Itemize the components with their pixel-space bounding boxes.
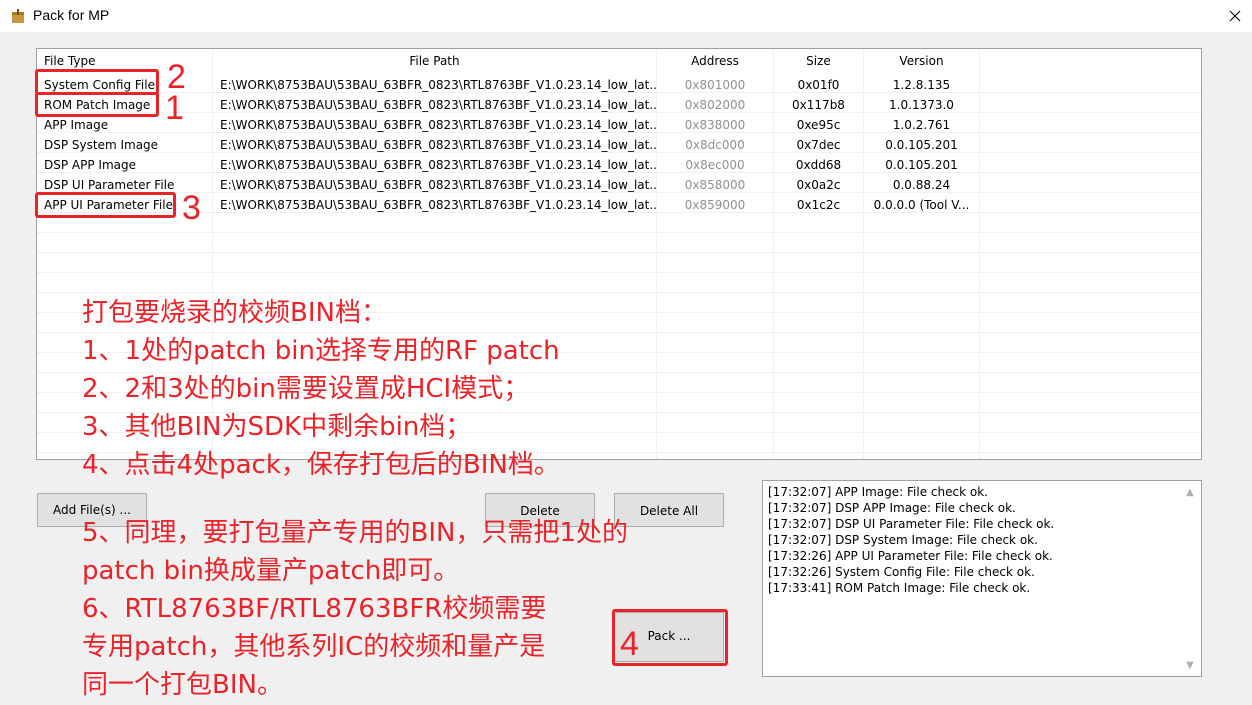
- cell-file-type: DSP APP Image: [44, 158, 136, 172]
- instruction-note: 5、同理，要打包量产专用的BIN，只需把1处的: [82, 518, 629, 548]
- instruction-note: 专用patch，其他系列IC的校频和量产是: [82, 632, 546, 662]
- header-address[interactable]: Address: [657, 49, 773, 73]
- log-line: [17:32:26] System Config File: File chec…: [768, 565, 1035, 579]
- scroll-up-icon[interactable]: ▲: [1181, 483, 1199, 501]
- log-line: [17:33:41] ROM Patch Image: File check o…: [768, 581, 1031, 595]
- cell-address: 0x802000: [684, 98, 746, 112]
- instruction-note: 4、点击4处pack，保存打包后的BIN档。: [82, 450, 560, 480]
- cell-file-path: E:\WORK\8753BAU\53BAU_63BFR_0823\RTL8763…: [220, 78, 656, 92]
- cell-size: 0x7dec: [796, 138, 841, 152]
- marker-4: 4: [620, 625, 639, 663]
- cell-version: 1.2.8.135: [892, 78, 951, 92]
- cell-file-path: E:\WORK\8753BAU\53BAU_63BFR_0823\RTL8763…: [220, 98, 656, 112]
- instruction-note: 1、1处的patch bin选择专用的RF patch: [82, 336, 560, 366]
- window-title: Pack for MP: [33, 7, 110, 23]
- table-row[interactable]: ROM Patch Image E:\WORK\8753BAU\53BAU_63B…: [37, 95, 1201, 115]
- cell-version: 1.0.2.761: [892, 118, 951, 132]
- table-row[interactable]: System Config File E:\WORK\8753BAU\53BAU_…: [37, 75, 1201, 95]
- marker-3: 3: [182, 189, 201, 227]
- instruction-note: 打包要烧录的校频BIN档：: [82, 298, 387, 328]
- cell-file-path: E:\WORK\8753BAU\53BAU_63BFR_0823\RTL8763…: [220, 138, 656, 152]
- close-icon: [1229, 10, 1241, 22]
- log-line: [17:32:07] DSP UI Parameter File: File c…: [768, 517, 1055, 531]
- scroll-down-icon[interactable]: ▼: [1181, 656, 1199, 674]
- log-line: [17:32:26] APP UI Parameter File: File c…: [768, 549, 1053, 563]
- marker-1: 1: [165, 89, 184, 127]
- cell-address: 0x859000: [684, 198, 746, 212]
- table-row[interactable]: DSP APP Image E:\WORK\8753BAU\53BAU_63BFR…: [37, 155, 1201, 175]
- title-bar: Pack for MP: [0, 0, 1252, 32]
- cell-file-type: DSP System Image: [44, 138, 159, 152]
- cell-version: 0.0.88.24: [892, 178, 951, 192]
- cell-address: 0x838000: [684, 118, 746, 132]
- table-row[interactable]: APP Image E:\WORK\8753BAU\53BAU_63BFR_082…: [37, 115, 1201, 135]
- cell-size: 0xe95c: [796, 118, 841, 132]
- cell-version: 1.0.1373.0: [889, 98, 954, 112]
- close-button[interactable]: [1218, 0, 1252, 32]
- table-row[interactable]: DSP UI Parameter File E:\WORK\8753BAU\53B…: [37, 175, 1201, 195]
- instruction-note: 同一个打包BIN。: [82, 670, 283, 700]
- cell-size: 0x117b8: [792, 98, 845, 112]
- cell-file-path: E:\WORK\8753BAU\53BAU_63BFR_0823\RTL8763…: [220, 178, 656, 192]
- delete-all-button[interactable]: Delete All: [614, 493, 724, 527]
- table-row[interactable]: APP UI Parameter File E:\WORK\8753BAU\53B…: [37, 195, 1201, 215]
- cell-address: 0x858000: [684, 178, 746, 192]
- cell-version: 0.0.105.201: [885, 158, 958, 172]
- log-line: [17:32:07] DSP APP Image: File check ok.: [768, 501, 1016, 515]
- cell-file-path: E:\WORK\8753BAU\53BAU_63BFR_0823\RTL8763…: [220, 158, 656, 172]
- table-row[interactable]: DSP System Image E:\WORK\8753BAU\53BAU_63…: [37, 135, 1201, 155]
- header-size[interactable]: Size: [774, 49, 863, 73]
- cell-size: 0x1c2c: [796, 198, 841, 212]
- cell-version: 0.0.105.201: [885, 138, 958, 152]
- log-line: [17:32:07] APP Image: File check ok.: [768, 485, 988, 499]
- instruction-note: 3、其他BIN为SDK中剩余bin档；: [82, 412, 472, 442]
- log-line: [17:32:07] DSP System Image: File check …: [768, 533, 1038, 547]
- cell-version: 0.0.0.0 (Tool V...: [873, 198, 970, 212]
- instruction-note: patch bin换成量产patch即可。: [82, 556, 460, 586]
- cell-size: 0x0a2c: [796, 178, 841, 192]
- cell-file-path: E:\WORK\8753BAU\53BAU_63BFR_0823\RTL8763…: [220, 118, 656, 132]
- log-panel[interactable]: [17:32:07] APP Image: File check ok. [17:…: [762, 480, 1202, 677]
- instruction-note: 2、2和3处的bin需要设置成HCI模式；: [82, 374, 530, 404]
- cell-size: 0xdd68: [795, 158, 842, 172]
- header-file-path[interactable]: File Path: [213, 49, 656, 73]
- cell-address: 0x8dc000: [685, 138, 745, 152]
- cell-address: 0x8ec000: [685, 158, 745, 172]
- package-icon: [12, 9, 24, 23]
- cell-size: 0x01f0: [797, 78, 840, 92]
- table-header: File Type File Path Address Size Version: [37, 49, 1201, 73]
- header-version[interactable]: Version: [864, 49, 979, 73]
- cell-file-path: E:\WORK\8753BAU\53BAU_63BFR_0823\RTL8763…: [220, 198, 656, 212]
- cell-address: 0x801000: [684, 78, 746, 92]
- highlight-rom-patch: [35, 92, 159, 117]
- highlight-app-ui-param: [35, 192, 176, 218]
- instruction-note: 6、RTL8763BF/RTL8763BFR校频需要: [82, 594, 547, 624]
